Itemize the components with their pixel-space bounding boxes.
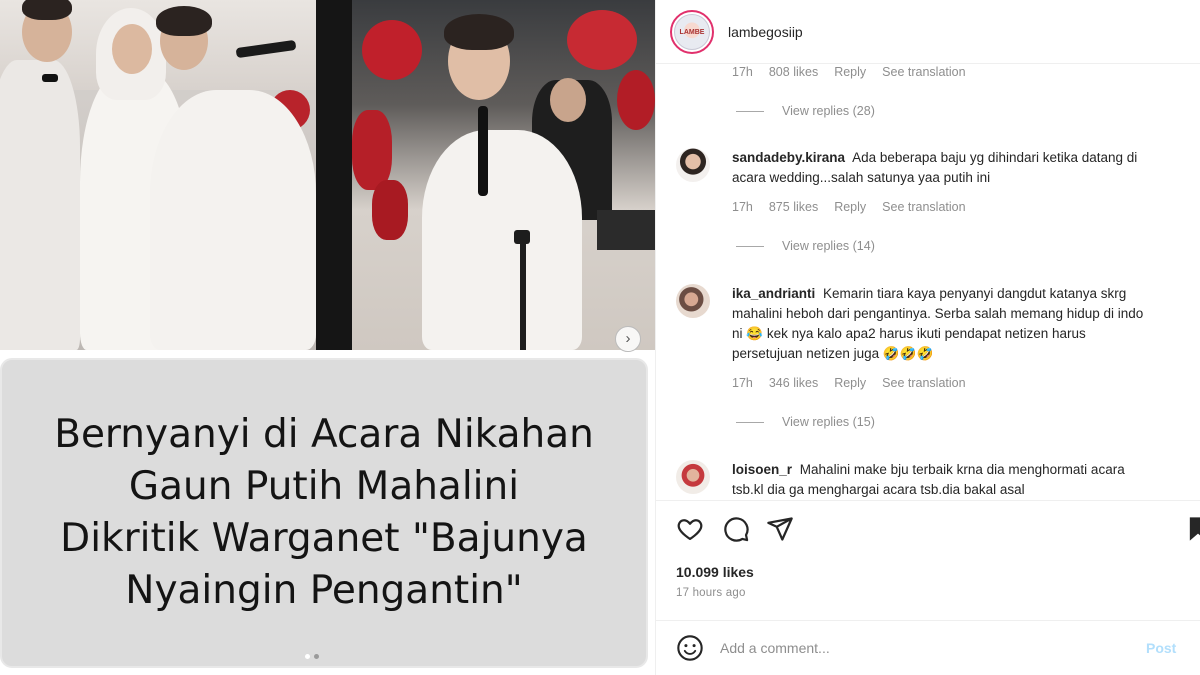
post-time: 17 hours ago (676, 587, 746, 599)
replies-line (736, 245, 764, 247)
replies-line (736, 110, 764, 112)
comment-meta: 17h 808 likes Reply See translation (732, 65, 966, 79)
reply-button[interactable]: Reply (834, 200, 866, 214)
comment-time: 17h (732, 376, 753, 390)
comment-meta: 17h 875 likes Reply See translation (732, 200, 966, 214)
view-replies-button[interactable]: View replies (15) (736, 415, 875, 429)
commenter-username[interactable]: sandadeby.kirana (732, 150, 845, 165)
comment-body: ika_andrianti Kemarin tiara kaya penyany… (732, 284, 1152, 364)
bookmark-icon[interactable] (1184, 515, 1200, 543)
caption-line-2: Gaun Putih Mahalini (128, 464, 520, 509)
commenter-username[interactable]: ika_andrianti (732, 286, 815, 301)
see-translation-button[interactable]: See translation (882, 376, 965, 390)
commenter-avatar[interactable] (676, 148, 710, 182)
heart-icon[interactable] (676, 515, 704, 543)
comment-icon[interactable] (722, 515, 750, 543)
commenter-username[interactable]: loisoen_r (732, 462, 792, 477)
post-media: › Bernyanyi di Acara Nikahan Gaun Putih … (0, 0, 655, 675)
replies-line (736, 421, 764, 423)
photo-singer (352, 0, 655, 350)
view-replies-label: View replies (28) (782, 104, 875, 118)
comment-item: loisoen_r Mahalini make bju terbaik krna… (676, 460, 1196, 500)
share-icon[interactable] (766, 515, 794, 543)
commenter-avatar[interactable] (676, 460, 710, 494)
add-comment-bar: Post (656, 620, 1200, 675)
comments-list[interactable]: 17h 808 likes Reply See translation View… (656, 64, 1200, 500)
account-logo: LAMBE (674, 13, 710, 50)
post-header: LAMBE lambegosiip (656, 0, 1200, 64)
account-avatar[interactable]: LAMBE (670, 9, 714, 54)
comment-item: sandadeby.kirana Ada beberapa baju yg di… (676, 148, 1196, 248)
view-replies-button[interactable]: View replies (14) (736, 239, 875, 253)
comment-likes[interactable]: 875 likes (769, 200, 818, 214)
caption-line-1: Bernyanyi di Acara Nikahan (54, 412, 594, 457)
account-username[interactable]: lambegosiip (728, 24, 803, 40)
see-translation-button[interactable]: See translation (882, 200, 965, 214)
likes-count[interactable]: 10.099 likes (676, 564, 754, 580)
comment-time: 17h (732, 65, 753, 79)
carousel-dot[interactable] (314, 654, 319, 659)
comment-meta: 17h 346 likes Reply See translation (732, 376, 966, 390)
comments-panel: LAMBE lambegosiip 17h 808 likes Reply Se… (655, 0, 1200, 675)
see-translation-button[interactable]: See translation (882, 65, 965, 79)
media-gap (316, 0, 352, 350)
photo-group-wedding (0, 0, 316, 350)
comment-likes[interactable]: 346 likes (769, 376, 818, 390)
comment-item: ika_andrianti Kemarin tiara kaya penyany… (676, 284, 1196, 384)
caption-line-4: Nyaingin Pengantin" (125, 568, 523, 613)
view-replies-label: View replies (14) (782, 239, 875, 253)
view-replies-button[interactable]: View replies (28) (736, 104, 875, 118)
commenter-avatar[interactable] (676, 284, 710, 318)
caption-line-3: Dikritik Warganet "Bajunya (60, 516, 588, 561)
comment-likes[interactable]: 808 likes (769, 65, 818, 79)
reply-button[interactable]: Reply (834, 376, 866, 390)
comment-input[interactable] (720, 640, 1140, 656)
post-button[interactable]: Post (1146, 640, 1176, 656)
emoji-icon[interactable] (676, 634, 704, 662)
carousel-dot-active[interactable] (305, 654, 310, 659)
post-caption-image: Bernyanyi di Acara Nikahan Gaun Putih Ma… (0, 358, 648, 668)
post-actions: 10.099 likes 17 hours ago (656, 500, 1200, 620)
view-replies-label: View replies (15) (782, 415, 875, 429)
comment-body: loisoen_r Mahalini make bju terbaik krna… (732, 460, 1152, 500)
carousel-dots (305, 654, 319, 659)
comment-time: 17h (732, 200, 753, 214)
reply-button[interactable]: Reply (834, 65, 866, 79)
carousel-next-button[interactable]: › (615, 326, 641, 352)
comment-body: sandadeby.kirana Ada beberapa baju yg di… (732, 148, 1152, 188)
